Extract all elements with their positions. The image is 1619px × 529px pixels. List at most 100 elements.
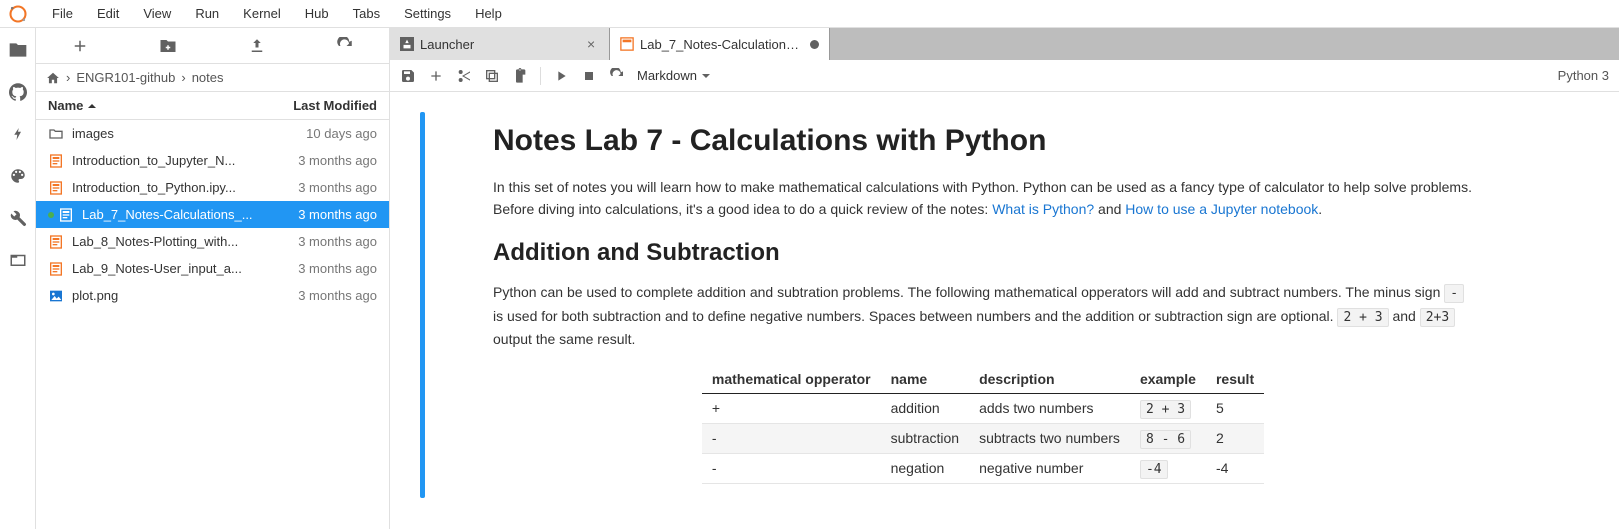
save-icon[interactable] bbox=[400, 68, 416, 84]
table-cell: - bbox=[702, 423, 881, 453]
file-modified: 3 months ago bbox=[298, 153, 377, 168]
tabs-icon[interactable] bbox=[8, 250, 28, 270]
new-folder-icon[interactable] bbox=[159, 37, 177, 55]
file-name: Lab_7_Notes-Calculations_... bbox=[82, 207, 290, 222]
sort-modified[interactable]: Last Modified bbox=[293, 98, 377, 113]
file-row[interactable]: Introduction_to_Python.ipy... 3 months ag… bbox=[36, 174, 389, 201]
file-name: images bbox=[72, 126, 298, 141]
tab-label: Launcher bbox=[420, 37, 581, 52]
tab[interactable]: Lab_7_Notes-Calculations_w bbox=[610, 28, 830, 60]
palette-icon[interactable] bbox=[8, 166, 28, 186]
file-row[interactable]: Lab_9_Notes-User_input_a...3 months ago bbox=[36, 255, 389, 282]
breadcrumb-item[interactable]: notes bbox=[192, 70, 224, 85]
table-header: example bbox=[1130, 365, 1206, 394]
markdown-cell[interactable]: Notes Lab 7 - Calculations with Python I… bbox=[420, 112, 1589, 498]
file-row[interactable]: images 10 days ago bbox=[36, 120, 389, 147]
table-cell: - bbox=[702, 453, 881, 483]
upload-icon[interactable] bbox=[248, 37, 266, 55]
filelist-header: Name Last Modified bbox=[36, 91, 389, 120]
file-name: plot.png bbox=[72, 288, 290, 303]
tab-label: Lab_7_Notes-Calculations_w bbox=[640, 37, 804, 52]
link[interactable]: What is Python? bbox=[992, 201, 1094, 217]
menu-edit[interactable]: Edit bbox=[85, 2, 131, 25]
tab[interactable]: Launcher × bbox=[390, 28, 610, 60]
menu-help[interactable]: Help bbox=[463, 2, 514, 25]
github-icon[interactable] bbox=[8, 82, 28, 102]
folder-icon[interactable] bbox=[8, 40, 28, 60]
menu-file[interactable]: File bbox=[40, 2, 85, 25]
menu-bar: FileEditViewRunKernelHubTabsSettingsHelp bbox=[0, 0, 1619, 28]
menu-kernel[interactable]: Kernel bbox=[231, 2, 293, 25]
menu-tabs[interactable]: Tabs bbox=[341, 2, 392, 25]
table-cell: negation bbox=[881, 453, 969, 483]
file-name: Introduction_to_Jupyter_N... bbox=[72, 153, 290, 168]
run-icon[interactable] bbox=[553, 68, 569, 84]
table-cell: negative number bbox=[969, 453, 1130, 483]
close-icon[interactable]: × bbox=[587, 38, 599, 50]
running-icon[interactable] bbox=[8, 124, 28, 144]
table-cell: 5 bbox=[1206, 393, 1264, 423]
file-row[interactable]: Lab_7_Notes-Calculations_...3 months ago bbox=[36, 201, 389, 228]
nb-icon bbox=[48, 153, 64, 169]
kernel-indicator[interactable]: Python 3 bbox=[1558, 68, 1609, 83]
table-cell: subtracts two numbers bbox=[969, 423, 1130, 453]
img-icon bbox=[48, 288, 64, 304]
table-cell: subtraction bbox=[881, 423, 969, 453]
file-row[interactable]: Lab_8_Notes-Plotting_with...3 months ago bbox=[36, 228, 389, 255]
jupyter-logo[interactable] bbox=[8, 4, 28, 24]
add-cell-icon[interactable] bbox=[428, 68, 444, 84]
nb-icon bbox=[48, 261, 64, 277]
home-icon[interactable] bbox=[46, 71, 60, 85]
breadcrumb-item[interactable]: ENGR101-github bbox=[76, 70, 175, 85]
operators-table: mathematical opperatornamedescriptionexa… bbox=[702, 365, 1264, 484]
running-dot-icon bbox=[48, 212, 54, 218]
file-name: Lab_9_Notes-User_input_a... bbox=[72, 261, 290, 276]
file-name: Lab_8_Notes-Plotting_with... bbox=[72, 234, 290, 249]
wrench-icon[interactable] bbox=[8, 208, 28, 228]
notebook-toolbar: Markdown Python 3 bbox=[390, 60, 1619, 92]
new-launcher-icon[interactable] bbox=[71, 37, 89, 55]
table-cell: adds two numbers bbox=[969, 393, 1130, 423]
menu-hub[interactable]: Hub bbox=[293, 2, 341, 25]
paste-icon[interactable] bbox=[512, 68, 528, 84]
file-modified: 3 months ago bbox=[298, 180, 377, 195]
table-cell: -4 bbox=[1206, 453, 1264, 483]
link[interactable]: How to use a Jupyter notebook bbox=[1125, 201, 1318, 217]
table-header: result bbox=[1206, 365, 1264, 394]
table-cell: -4 bbox=[1130, 453, 1206, 483]
table-cell: addition bbox=[881, 393, 969, 423]
paragraph: Python can be used to complete addition … bbox=[493, 281, 1473, 351]
file-row[interactable]: plot.png 3 months ago bbox=[36, 282, 389, 309]
cut-icon[interactable] bbox=[456, 68, 472, 84]
table-row: +additionadds two numbers2 + 35 bbox=[702, 393, 1264, 423]
cell-active-bar bbox=[420, 112, 425, 498]
dirty-dot-icon[interactable] bbox=[810, 40, 819, 49]
nb-icon bbox=[58, 207, 74, 223]
celltype-dropdown[interactable]: Markdown bbox=[637, 68, 711, 83]
notebook-icon bbox=[620, 37, 634, 51]
menu-run[interactable]: Run bbox=[183, 2, 231, 25]
work-area: Launcher × Lab_7_Notes-Calculations_w Mark… bbox=[390, 28, 1619, 529]
nb-icon bbox=[48, 180, 64, 196]
refresh-icon[interactable] bbox=[336, 37, 354, 55]
table-header: mathematical opperator bbox=[702, 365, 881, 394]
menu-settings[interactable]: Settings bbox=[392, 2, 463, 25]
tab-strip: Launcher × Lab_7_Notes-Calculations_w bbox=[390, 28, 1619, 60]
table-cell: 2 bbox=[1206, 423, 1264, 453]
menu-view[interactable]: View bbox=[131, 2, 183, 25]
file-name: Introduction_to_Python.ipy... bbox=[72, 180, 290, 195]
restart-icon[interactable] bbox=[609, 68, 625, 84]
file-modified: 10 days ago bbox=[306, 126, 377, 141]
file-browser: › ENGR101-github › notes Name Last Modif… bbox=[36, 28, 390, 529]
file-modified: 3 months ago bbox=[298, 288, 377, 303]
file-row[interactable]: Introduction_to_Jupyter_N... 3 months ago bbox=[36, 147, 389, 174]
table-header: description bbox=[969, 365, 1130, 394]
notebook-body: Notes Lab 7 - Calculations with Python I… bbox=[390, 92, 1619, 529]
activity-bar bbox=[0, 28, 36, 529]
table-row: -negationnegative number-4-4 bbox=[702, 453, 1264, 483]
stop-icon[interactable] bbox=[581, 68, 597, 84]
copy-icon[interactable] bbox=[484, 68, 500, 84]
launcher-icon bbox=[400, 37, 414, 51]
breadcrumb: › ENGR101-github › notes bbox=[36, 64, 389, 91]
sort-name[interactable]: Name bbox=[48, 98, 97, 113]
